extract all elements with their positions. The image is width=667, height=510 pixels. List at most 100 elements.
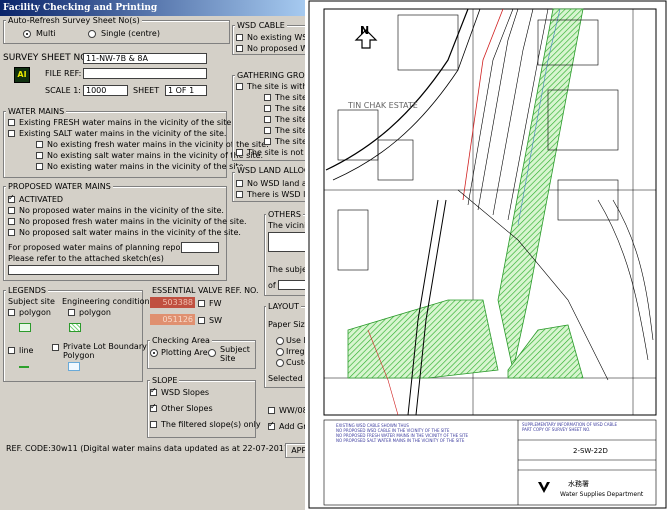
survey-sheet-label: SURVEY SHEET NO.:: [3, 53, 93, 63]
sheet-code: 2-SW-22D: [573, 447, 608, 455]
custom-radio[interactable]: [276, 359, 284, 367]
gathering-sub-1-label: The site i: [275, 93, 305, 102]
land-alloc-title: WSD LAND ALLOCA: [235, 166, 305, 175]
fw-label: FW: [209, 299, 222, 308]
sketch-label: Please refer to the attached sketch(es): [8, 254, 164, 263]
line-swatch[interactable]: [19, 366, 29, 368]
no-proposed-salt-label: No proposed salt water mains in the vici…: [19, 228, 241, 237]
window-title: Facility Checking and Printing: [0, 0, 305, 16]
sw-label: SW: [209, 316, 222, 325]
engineering-polygon-checkbox[interactable]: [68, 309, 75, 316]
water-mains-title: WATER MAINS: [6, 107, 67, 116]
gathering-sub-3-checkbox[interactable]: [264, 116, 271, 123]
subject-site-radio[interactable]: [208, 349, 216, 357]
single-label: Single (centre): [101, 29, 160, 38]
part-copy: PART COPY OF SURVEY SHEET NO.: [522, 427, 590, 432]
gathering-sub-4-label: The site i: [275, 126, 305, 135]
sketch-input[interactable]: [8, 265, 219, 275]
valve-fw-field[interactable]: 503388: [150, 297, 195, 308]
no-proposed-fresh-checkbox[interactable]: [8, 218, 15, 225]
others-of-input[interactable]: [278, 280, 305, 290]
planning-input[interactable]: [181, 242, 219, 253]
private-lot-swatch[interactable]: [68, 362, 80, 371]
wsd-slopes-label: WSD Slopes: [161, 388, 210, 397]
add-grid-checkbox[interactable]: [268, 420, 275, 430]
no-proposed-label: No proposed water mains in the vicinity …: [19, 206, 224, 215]
within-checkbox[interactable]: [236, 83, 243, 90]
plotting-area-radio[interactable]: [150, 349, 158, 357]
single-radio[interactable]: [88, 30, 96, 38]
existing-fresh-checkbox[interactable]: [8, 119, 15, 126]
vicinity-label: The vicinity: [268, 221, 305, 230]
gathering-sub-2-label: The site i: [275, 104, 305, 113]
dept-name: Water Supplies Department: [560, 491, 644, 498]
irregular-radio[interactable]: [276, 348, 284, 356]
wsd-slopes-checkbox[interactable]: [150, 386, 157, 396]
fw-checkbox[interactable]: [198, 300, 205, 307]
private-lot-checkbox[interactable]: [52, 344, 59, 351]
no-wsd-land-label: No WSD land allc: [247, 179, 305, 188]
wsd-land-label: There is WSD lan: [247, 190, 305, 199]
valve-sw-field[interactable]: 051126: [150, 314, 195, 325]
gathering-sub-2-checkbox[interactable]: [264, 105, 271, 112]
wsd-land-checkbox[interactable]: [236, 191, 243, 198]
legends-title: LEGENDS: [6, 286, 48, 295]
subject-site-radio-label-2: Site: [220, 354, 236, 363]
subject-polygon-swatch[interactable]: [19, 323, 31, 332]
scale-input[interactable]: 1000: [83, 85, 128, 96]
use-layout-label: Use L: [286, 336, 305, 345]
line-checkbox[interactable]: [8, 347, 15, 354]
gathering-sub-4-checkbox[interactable]: [264, 127, 271, 134]
auto-refresh-label: Auto-Refresh Survey Sheet No(s): [6, 16, 142, 25]
no-salt-checkbox[interactable]: [36, 152, 43, 159]
subject-polygon-checkbox[interactable]: [8, 309, 15, 316]
gathering-title: GATHERING GROU: [235, 71, 305, 80]
no-existing-wsd-checkbox[interactable]: [236, 34, 243, 41]
wwo-checkbox[interactable]: [268, 407, 275, 414]
file-ref-input[interactable]: [83, 68, 207, 79]
filtered-slopes-label: The filtered slope(s) only: [161, 420, 261, 429]
add-grid-label: Add Grid: [279, 422, 305, 431]
other-slopes-checkbox[interactable]: [150, 402, 157, 412]
existing-salt-checkbox[interactable]: [8, 130, 15, 137]
no-water-checkbox[interactable]: [36, 163, 43, 170]
activated-checkbox[interactable]: [8, 193, 15, 203]
checking-area-title: Checking Area: [150, 336, 212, 345]
engineering-polygon-label: polygon: [79, 308, 111, 317]
proposed-title: PROPOSED WATER MAINS: [6, 182, 113, 191]
others-title: OTHERS: [266, 210, 303, 219]
apply-button[interactable]: APPL: [285, 443, 305, 458]
engineering-polygon-swatch[interactable]: [69, 323, 81, 332]
estate-label: TIN CHAK ESTATE: [347, 101, 418, 110]
subject-others-label: The subjec: [268, 265, 305, 274]
sheet-input[interactable]: 1 OF 1: [165, 85, 207, 96]
plotting-area-label: Plotting Area: [161, 348, 213, 357]
paper-size-label: Paper Size: [268, 320, 305, 329]
facility-dialog: Facility Checking and Printing Auto-Refr…: [0, 0, 305, 510]
layout-title: LAYOUT: [266, 302, 301, 311]
not-within-checkbox[interactable]: [236, 149, 243, 156]
no-salt-label: No existing salt water mains in the vici…: [47, 151, 264, 160]
no-water-label: No existing water mains in the vicinity …: [47, 162, 247, 171]
no-proposed-wsi-checkbox[interactable]: [236, 45, 243, 52]
vicinity-input[interactable]: [268, 232, 305, 252]
valve-title: ESSENTIAL VALVE REF. NO.: [150, 286, 261, 295]
survey-sheet-input[interactable]: 11-NW-7B & 8A: [83, 53, 207, 64]
no-proposed-checkbox[interactable]: [8, 207, 15, 214]
no-fresh-checkbox[interactable]: [36, 141, 43, 148]
multi-radio[interactable]: [23, 30, 31, 38]
sw-checkbox[interactable]: [198, 317, 205, 324]
map-note-4: NO PROPOSED SALT WATER MAINS IN THE VICI…: [336, 438, 465, 443]
scale-label: SCALE 1:: [45, 86, 81, 95]
custom-label: Custo: [286, 358, 305, 367]
filtered-slopes-checkbox[interactable]: [150, 421, 157, 428]
subject-site-radio-label: Subject: [220, 345, 250, 354]
gathering-sub-1-checkbox[interactable]: [264, 94, 271, 101]
engineering-label: Engineering condition: [62, 297, 150, 306]
use-layout-radio[interactable]: [276, 337, 284, 345]
no-proposed-salt-checkbox[interactable]: [8, 229, 15, 236]
no-wsd-land-checkbox[interactable]: [236, 180, 243, 187]
ref-code: REF. CODE:30w11 (Digital water mains dat…: [6, 444, 293, 453]
gathering-sub-5-checkbox[interactable]: [264, 138, 271, 145]
file-ref-label: FILE REF:: [45, 69, 82, 78]
